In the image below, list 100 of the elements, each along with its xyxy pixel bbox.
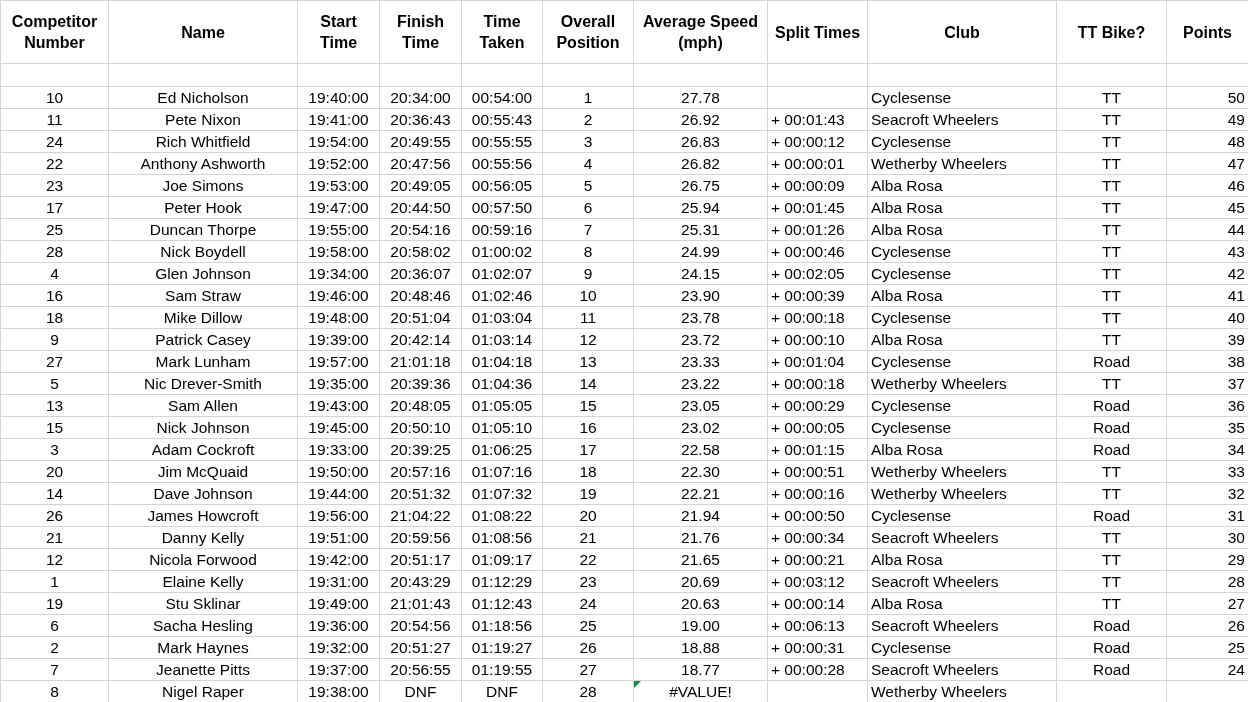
table-cell: Cyclesense bbox=[867, 262, 1057, 285]
table-cell: #VALUE! bbox=[633, 680, 768, 702]
table-cell: TT bbox=[1056, 152, 1167, 175]
table-cell: 7 bbox=[542, 218, 634, 241]
table-cell: Patrick Casey bbox=[108, 328, 298, 351]
table-cell: 12 bbox=[542, 328, 634, 351]
table-cell: 19:58:00 bbox=[297, 240, 380, 263]
table-cell: 01:03:04 bbox=[461, 306, 543, 329]
table-cell: + 00:00:34 bbox=[767, 526, 868, 549]
table-cell: 19:50:00 bbox=[297, 460, 380, 483]
table-cell: + 00:00:12 bbox=[767, 130, 868, 153]
table-cell: Seacroft Wheelers bbox=[867, 570, 1057, 593]
table-cell: Alba Rosa bbox=[867, 284, 1057, 307]
table-cell: 00:55:43 bbox=[461, 108, 543, 131]
table-cell: 3 bbox=[542, 130, 634, 153]
table-cell: TT bbox=[1056, 306, 1167, 329]
table-cell: 23.72 bbox=[633, 328, 768, 351]
table-cell: 01:02:07 bbox=[461, 262, 543, 285]
table-cell: 19:52:00 bbox=[297, 152, 380, 175]
table-cell: + 00:01:43 bbox=[767, 108, 868, 131]
table-cell: 24.15 bbox=[633, 262, 768, 285]
table-cell: Cyclesense bbox=[867, 504, 1057, 527]
table-cell: 19:36:00 bbox=[297, 614, 380, 637]
table-cell: 00:55:55 bbox=[461, 130, 543, 153]
table-cell: 22.30 bbox=[633, 460, 768, 483]
table-cell: Dave Johnson bbox=[108, 482, 298, 505]
table-cell: 20:50:10 bbox=[379, 416, 462, 439]
table-cell: Alba Rosa bbox=[867, 328, 1057, 351]
table-cell: 00:56:05 bbox=[461, 174, 543, 197]
table-cell: 27.78 bbox=[633, 86, 768, 109]
table-cell: 13 bbox=[542, 350, 634, 373]
table-cell: 00:55:56 bbox=[461, 152, 543, 175]
table-cell: 19:57:00 bbox=[297, 350, 380, 373]
table-cell: Cyclesense bbox=[867, 636, 1057, 659]
table-cell: Nick Boydell bbox=[108, 240, 298, 263]
table-cell: 19:55:00 bbox=[297, 218, 380, 241]
table-cell: 9 bbox=[542, 262, 634, 285]
table-cell: Wetherby Wheelers bbox=[867, 372, 1057, 395]
table-cell: 12 bbox=[0, 548, 109, 571]
table-cell: Wetherby Wheelers bbox=[867, 152, 1057, 175]
table-cell: 20:57:16 bbox=[379, 460, 462, 483]
table-cell: 15 bbox=[542, 394, 634, 417]
table-cell: 20:59:56 bbox=[379, 526, 462, 549]
table-cell: Stu Sklinar bbox=[108, 592, 298, 615]
column-header: Competitor Number bbox=[0, 0, 109, 64]
table-cell: 10 bbox=[542, 284, 634, 307]
table-cell: 28 bbox=[0, 240, 109, 263]
table-cell: Road bbox=[1056, 394, 1167, 417]
table-cell: Cyclesense bbox=[867, 394, 1057, 417]
table-cell: 22.58 bbox=[633, 438, 768, 461]
table-cell: Alba Rosa bbox=[867, 438, 1057, 461]
table-cell: 1 bbox=[542, 86, 634, 109]
table-cell: 3 bbox=[0, 438, 109, 461]
table-cell: 1 bbox=[0, 570, 109, 593]
table-cell: 23.90 bbox=[633, 284, 768, 307]
table-cell: Alba Rosa bbox=[867, 174, 1057, 197]
table-cell: + 00:00:51 bbox=[767, 460, 868, 483]
table-cell: TT bbox=[1056, 526, 1167, 549]
table-cell: 14 bbox=[0, 482, 109, 505]
table-cell: 01:07:32 bbox=[461, 482, 543, 505]
table-cell: TT bbox=[1056, 240, 1167, 263]
table-cell: 01:09:17 bbox=[461, 548, 543, 571]
table-cell: 20:51:27 bbox=[379, 636, 462, 659]
table-cell: Adam Cockroft bbox=[108, 438, 298, 461]
table-cell: 19:43:00 bbox=[297, 394, 380, 417]
table-cell: 24.99 bbox=[633, 240, 768, 263]
table-cell: 23 bbox=[0, 174, 109, 197]
table-cell: TT bbox=[1056, 130, 1167, 153]
table-cell: Alba Rosa bbox=[867, 592, 1057, 615]
table-cell: 10 bbox=[0, 86, 109, 109]
table-cell: 20:51:32 bbox=[379, 482, 462, 505]
table-cell: Elaine Kelly bbox=[108, 570, 298, 593]
column-header: Average Speed (mph) bbox=[633, 0, 768, 64]
table-cell: 15 bbox=[0, 416, 109, 439]
table-cell: Road bbox=[1056, 636, 1167, 659]
table-cell: 20:51:17 bbox=[379, 548, 462, 571]
table-cell: 19:48:00 bbox=[297, 306, 380, 329]
table-cell: 01:05:10 bbox=[461, 416, 543, 439]
table-cell: Sam Straw bbox=[108, 284, 298, 307]
table-cell: Glen Johnson bbox=[108, 262, 298, 285]
table-cell: Jim McQuaid bbox=[108, 460, 298, 483]
table-cell: 20 bbox=[542, 504, 634, 527]
table-cell: 23.22 bbox=[633, 372, 768, 395]
column-header: TT Bike? bbox=[1056, 0, 1167, 64]
table-cell: Peter Hook bbox=[108, 196, 298, 219]
table-cell: Road bbox=[1056, 658, 1167, 681]
column-header: Points bbox=[1166, 0, 1248, 64]
table-cell: 19:40:00 bbox=[297, 86, 380, 109]
table-cell: 11 bbox=[0, 108, 109, 131]
table-cell: 01:05:05 bbox=[461, 394, 543, 417]
table-cell: 01:02:46 bbox=[461, 284, 543, 307]
table-cell: 01:08:56 bbox=[461, 526, 543, 549]
table-cell: Ed Nicholson bbox=[108, 86, 298, 109]
table-cell: 2 bbox=[0, 636, 109, 659]
table-cell: 21.94 bbox=[633, 504, 768, 527]
table-cell: Rich Whitfield bbox=[108, 130, 298, 153]
table-cell: + 00:00:28 bbox=[767, 658, 868, 681]
table-cell: 19:54:00 bbox=[297, 130, 380, 153]
table-cell: 16 bbox=[542, 416, 634, 439]
table-cell: 19:44:00 bbox=[297, 482, 380, 505]
